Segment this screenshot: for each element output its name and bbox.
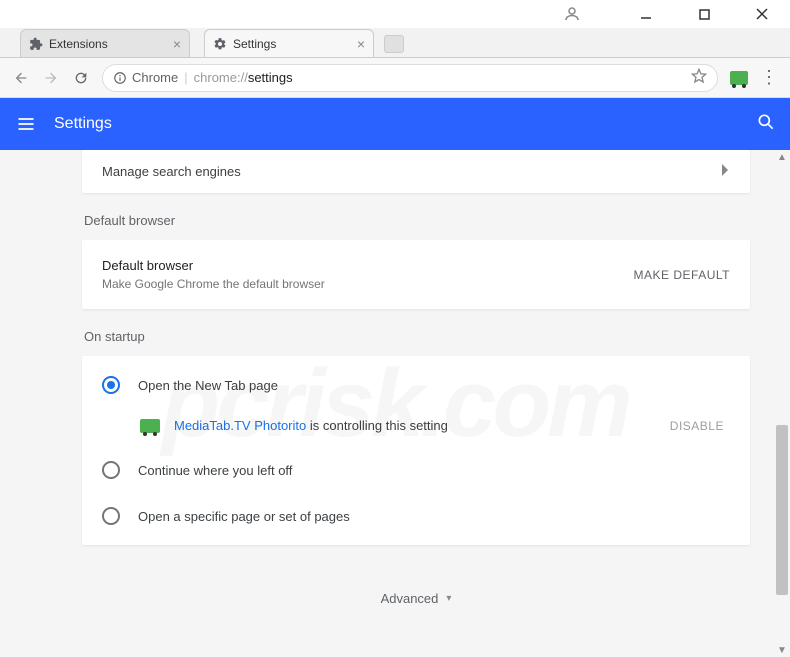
chevron-right-icon	[722, 164, 730, 179]
default-browser-title: Default browser	[102, 258, 325, 273]
toolbar: Chrome | chrome://settings ⋮	[0, 58, 790, 98]
default-browser-section-label: Default browser	[84, 213, 750, 228]
close-window-button[interactable]	[742, 0, 782, 28]
back-button[interactable]	[12, 69, 30, 87]
startup-option-specific[interactable]: Open a specific page or set of pages	[82, 493, 750, 539]
tab-close-icon[interactable]: ×	[173, 37, 181, 51]
scrollbar-up-arrow[interactable]: ▲	[777, 152, 787, 162]
scrollbar-down-arrow[interactable]: ▼	[777, 645, 787, 655]
settings-search-button[interactable]	[756, 112, 776, 137]
puzzle-icon	[29, 37, 43, 51]
disable-extension-button[interactable]: DISABLE	[670, 419, 730, 433]
tab-label: Extensions	[49, 37, 108, 51]
maximize-button[interactable]	[684, 0, 724, 28]
tab-strip: Extensions × Settings ×	[0, 28, 790, 58]
minimize-button[interactable]	[626, 0, 666, 28]
startup-option-continue[interactable]: Continue where you left off	[82, 447, 750, 493]
gear-icon	[213, 37, 227, 51]
make-default-button[interactable]: MAKE DEFAULT	[634, 268, 730, 282]
default-browser-card: Default browser Make Google Chrome the d…	[82, 240, 750, 309]
site-info-icon[interactable]: Chrome	[113, 70, 178, 85]
profile-icon[interactable]	[552, 0, 592, 28]
reload-button[interactable]	[72, 69, 90, 87]
extension-icon	[140, 419, 160, 433]
address-origin: Chrome	[132, 70, 178, 85]
tab-settings[interactable]: Settings ×	[204, 29, 374, 57]
address-url: chrome://settings	[194, 70, 293, 85]
tab-extensions[interactable]: Extensions ×	[20, 29, 190, 57]
forward-button[interactable]	[42, 69, 60, 87]
tab-close-icon[interactable]: ×	[357, 37, 365, 51]
default-browser-subtitle: Make Google Chrome the default browser	[102, 277, 325, 291]
address-bar[interactable]: Chrome | chrome://settings	[102, 64, 718, 92]
page-title: Settings	[54, 115, 112, 133]
chrome-menu-button[interactable]: ⋮	[760, 67, 778, 88]
chevron-down-icon: ▾	[446, 593, 451, 604]
radio-checked-icon[interactable]	[102, 376, 120, 394]
settings-content: pcrisk.com Manage search engines Default…	[0, 150, 790, 657]
new-tab-button[interactable]	[384, 35, 404, 53]
controlling-extension-link[interactable]: MediaTab.TV Photorito	[174, 418, 306, 433]
scrollbar-thumb[interactable]	[776, 425, 788, 595]
advanced-label: Advanced	[381, 591, 439, 606]
bookmark-star-icon[interactable]	[691, 68, 707, 87]
radio-unchecked-icon[interactable]	[102, 507, 120, 525]
advanced-toggle[interactable]: Advanced ▾	[82, 565, 750, 632]
on-startup-section-label: On startup	[84, 329, 750, 344]
extension-controlling-row: MediaTab.TV Photorito is controlling thi…	[82, 408, 750, 447]
radio-unchecked-icon[interactable]	[102, 461, 120, 479]
startup-option-label: Open a specific page or set of pages	[138, 509, 350, 524]
tab-label: Settings	[233, 37, 276, 51]
startup-option-label: Open the New Tab page	[138, 378, 278, 393]
extension-toolbar-icon[interactable]	[730, 71, 748, 85]
hamburger-menu-button[interactable]	[14, 112, 38, 136]
window-titlebar	[0, 0, 790, 28]
settings-header: Settings	[0, 98, 790, 150]
manage-search-engines-card[interactable]: Manage search engines	[82, 150, 750, 193]
on-startup-card: Open the New Tab page MediaTab.TV Photor…	[82, 356, 750, 545]
startup-option-label: Continue where you left off	[138, 463, 292, 478]
manage-search-engines-label: Manage search engines	[102, 164, 241, 179]
startup-option-newtab[interactable]: Open the New Tab page	[82, 362, 750, 408]
